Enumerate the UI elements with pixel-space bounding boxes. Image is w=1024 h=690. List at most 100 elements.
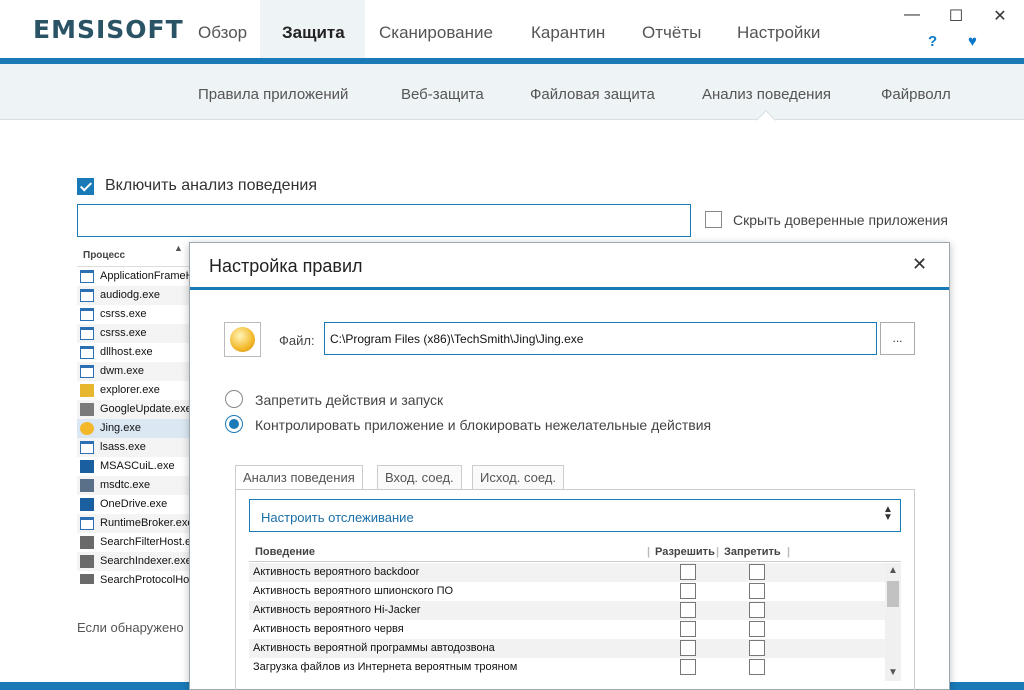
enable-behavior-checkbox[interactable] xyxy=(77,178,94,195)
behavior-row: Активность вероятной программы автодозво… xyxy=(249,639,885,658)
tab-protection[interactable]: Защита xyxy=(260,0,365,62)
scroll-down-icon[interactable]: ▼ xyxy=(888,667,898,678)
process-name: SearchFilterHost.exe xyxy=(100,536,189,548)
deny-checkbox[interactable] xyxy=(749,583,765,599)
footer-text: Если обнаружено xyxy=(77,620,184,635)
behavior-scrollbar[interactable]: ▲ ▼ xyxy=(885,563,901,681)
col-allow[interactable]: Разрешить xyxy=(655,546,715,558)
deny-checkbox[interactable] xyxy=(749,640,765,656)
process-row[interactable]: Jing.exe xyxy=(77,419,189,438)
sub-navigation: Правила приложений Веб-защита Файловая з… xyxy=(0,64,1024,120)
tab-incoming[interactable]: Вход. соед. xyxy=(377,465,462,489)
process-name: audiodg.exe xyxy=(100,289,160,301)
hide-trusted-checkbox[interactable] xyxy=(705,211,722,228)
process-list: ApplicationFrameHost.exe audiodg.exe csrss… xyxy=(77,267,189,584)
radio-monitor-label: Контролировать приложение и блокировать … xyxy=(255,417,712,433)
process-row[interactable]: csrss.exe xyxy=(77,305,189,324)
minimize-icon[interactable]: — xyxy=(902,6,922,24)
close-icon[interactable]: ✕ xyxy=(990,6,1010,26)
col-deny[interactable]: Запретить xyxy=(724,546,781,558)
behavior-row: Активность вероятного Hi-Jacker xyxy=(249,601,885,620)
window-icon xyxy=(80,289,94,302)
tab-behavior-analysis[interactable]: Анализ поведения xyxy=(235,465,363,490)
jing-app-icon xyxy=(224,322,261,357)
process-row[interactable]: msdtc.exe xyxy=(77,476,189,495)
deny-checkbox[interactable] xyxy=(749,602,765,618)
subtab-web-protection[interactable]: Веб-защита xyxy=(401,86,484,103)
col-divider: | xyxy=(787,546,791,558)
deny-checkbox[interactable] xyxy=(749,659,765,675)
tab-scan[interactable]: Сканирование xyxy=(360,0,512,62)
process-row[interactable]: explorer.exe xyxy=(77,381,189,400)
process-row[interactable]: GoogleUpdate.exe xyxy=(77,400,189,419)
process-name: dllhost.exe xyxy=(100,346,153,358)
behavior-row: Загрузка файлов из Интернета вероятным т… xyxy=(249,658,885,677)
tab-quarantine[interactable]: Карантин xyxy=(512,0,624,62)
process-row[interactable]: RuntimeBroker.exe xyxy=(77,514,189,533)
process-name: dwm.exe xyxy=(100,365,145,377)
help-icon[interactable]: ? xyxy=(928,33,937,50)
dialog-close-icon[interactable]: ✕ xyxy=(912,254,927,275)
process-row[interactable]: dllhost.exe xyxy=(77,343,189,362)
tab-outgoing[interactable]: Исход. соед. xyxy=(472,465,564,489)
process-row[interactable]: csrss.exe xyxy=(77,324,189,343)
behavior-list: Активность вероятного backdoor Активность… xyxy=(249,563,885,679)
process-row[interactable]: dwm.exe xyxy=(77,362,189,381)
window-icon xyxy=(80,308,94,321)
scroll-up-icon[interactable]: ▲ xyxy=(888,565,898,576)
behavior-row: Активность вероятного червя xyxy=(249,620,885,639)
browse-button[interactable]: ... xyxy=(880,322,915,355)
tab-reports[interactable]: Отчёты xyxy=(623,0,720,62)
scroll-thumb[interactable] xyxy=(887,581,899,607)
deny-checkbox[interactable] xyxy=(749,621,765,637)
behavior-label: Активность вероятного Hi-Jacker xyxy=(253,604,421,616)
window-icon xyxy=(80,517,94,530)
select-updown-icon: ▲ ▼ xyxy=(883,504,893,523)
top-bar: EMSISOFT Обзор Защита Сканирование Каран… xyxy=(0,0,1024,62)
maximize-icon[interactable]: ☐ xyxy=(946,6,966,26)
allow-checkbox[interactable] xyxy=(680,640,696,656)
process-name: csrss.exe xyxy=(100,327,147,339)
process-row[interactable]: audiodg.exe xyxy=(77,286,189,305)
search-icon xyxy=(80,536,94,549)
process-name: csrss.exe xyxy=(100,308,147,320)
process-row[interactable]: SearchProtocolHost.exe xyxy=(77,571,189,584)
search-input[interactable] xyxy=(77,204,691,237)
file-path-input[interactable]: C:\Program Files (x86)\TechSmith\Jing\Ji… xyxy=(324,322,877,355)
process-name: SearchIndexer.exe xyxy=(100,555,189,567)
behavior-table-header: Поведение | Разрешить | Запретить | xyxy=(249,542,901,562)
window-icon xyxy=(80,327,94,340)
jing-icon xyxy=(80,422,94,435)
cloud-icon xyxy=(80,498,94,511)
window-icon xyxy=(80,346,94,359)
dialog-accent-line xyxy=(190,287,949,290)
process-row[interactable]: ApplicationFrameHost.exe xyxy=(77,267,189,286)
subtab-app-rules[interactable]: Правила приложений xyxy=(198,86,348,103)
process-row[interactable]: SearchIndexer.exe xyxy=(77,552,189,571)
tab-overview[interactable]: Обзор xyxy=(179,0,266,62)
subtab-firewall[interactable]: Файрволл xyxy=(881,86,951,103)
radio-monitor[interactable] xyxy=(225,415,243,433)
search-icon xyxy=(80,555,94,568)
process-row[interactable]: MSASCuiL.exe xyxy=(77,457,189,476)
process-row[interactable]: OneDrive.exe xyxy=(77,495,189,514)
process-row[interactable]: SearchFilterHost.exe xyxy=(77,533,189,552)
process-row[interactable]: lsass.exe xyxy=(77,438,189,457)
allow-checkbox[interactable] xyxy=(680,564,696,580)
allow-checkbox[interactable] xyxy=(680,583,696,599)
radio-block[interactable] xyxy=(225,390,243,408)
col-behavior[interactable]: Поведение xyxy=(255,546,315,558)
hide-trusted-label: Скрыть доверенные приложения xyxy=(733,212,948,228)
allow-checkbox[interactable] xyxy=(680,659,696,675)
col-divider: | xyxy=(716,546,720,558)
process-name: SearchProtocolHost.exe xyxy=(100,574,189,584)
subtab-file-protection[interactable]: Файловая защита xyxy=(530,86,655,103)
subtab-behavior-analysis[interactable]: Анализ поведения xyxy=(702,86,831,103)
allow-checkbox[interactable] xyxy=(680,621,696,637)
deny-checkbox[interactable] xyxy=(749,564,765,580)
monitoring-select[interactable]: Настроить отслеживание xyxy=(249,499,901,532)
allow-checkbox[interactable] xyxy=(680,602,696,618)
tab-settings[interactable]: Настройки xyxy=(718,0,839,62)
heart-icon[interactable]: ♥ xyxy=(968,33,977,50)
window-icon xyxy=(80,270,94,283)
